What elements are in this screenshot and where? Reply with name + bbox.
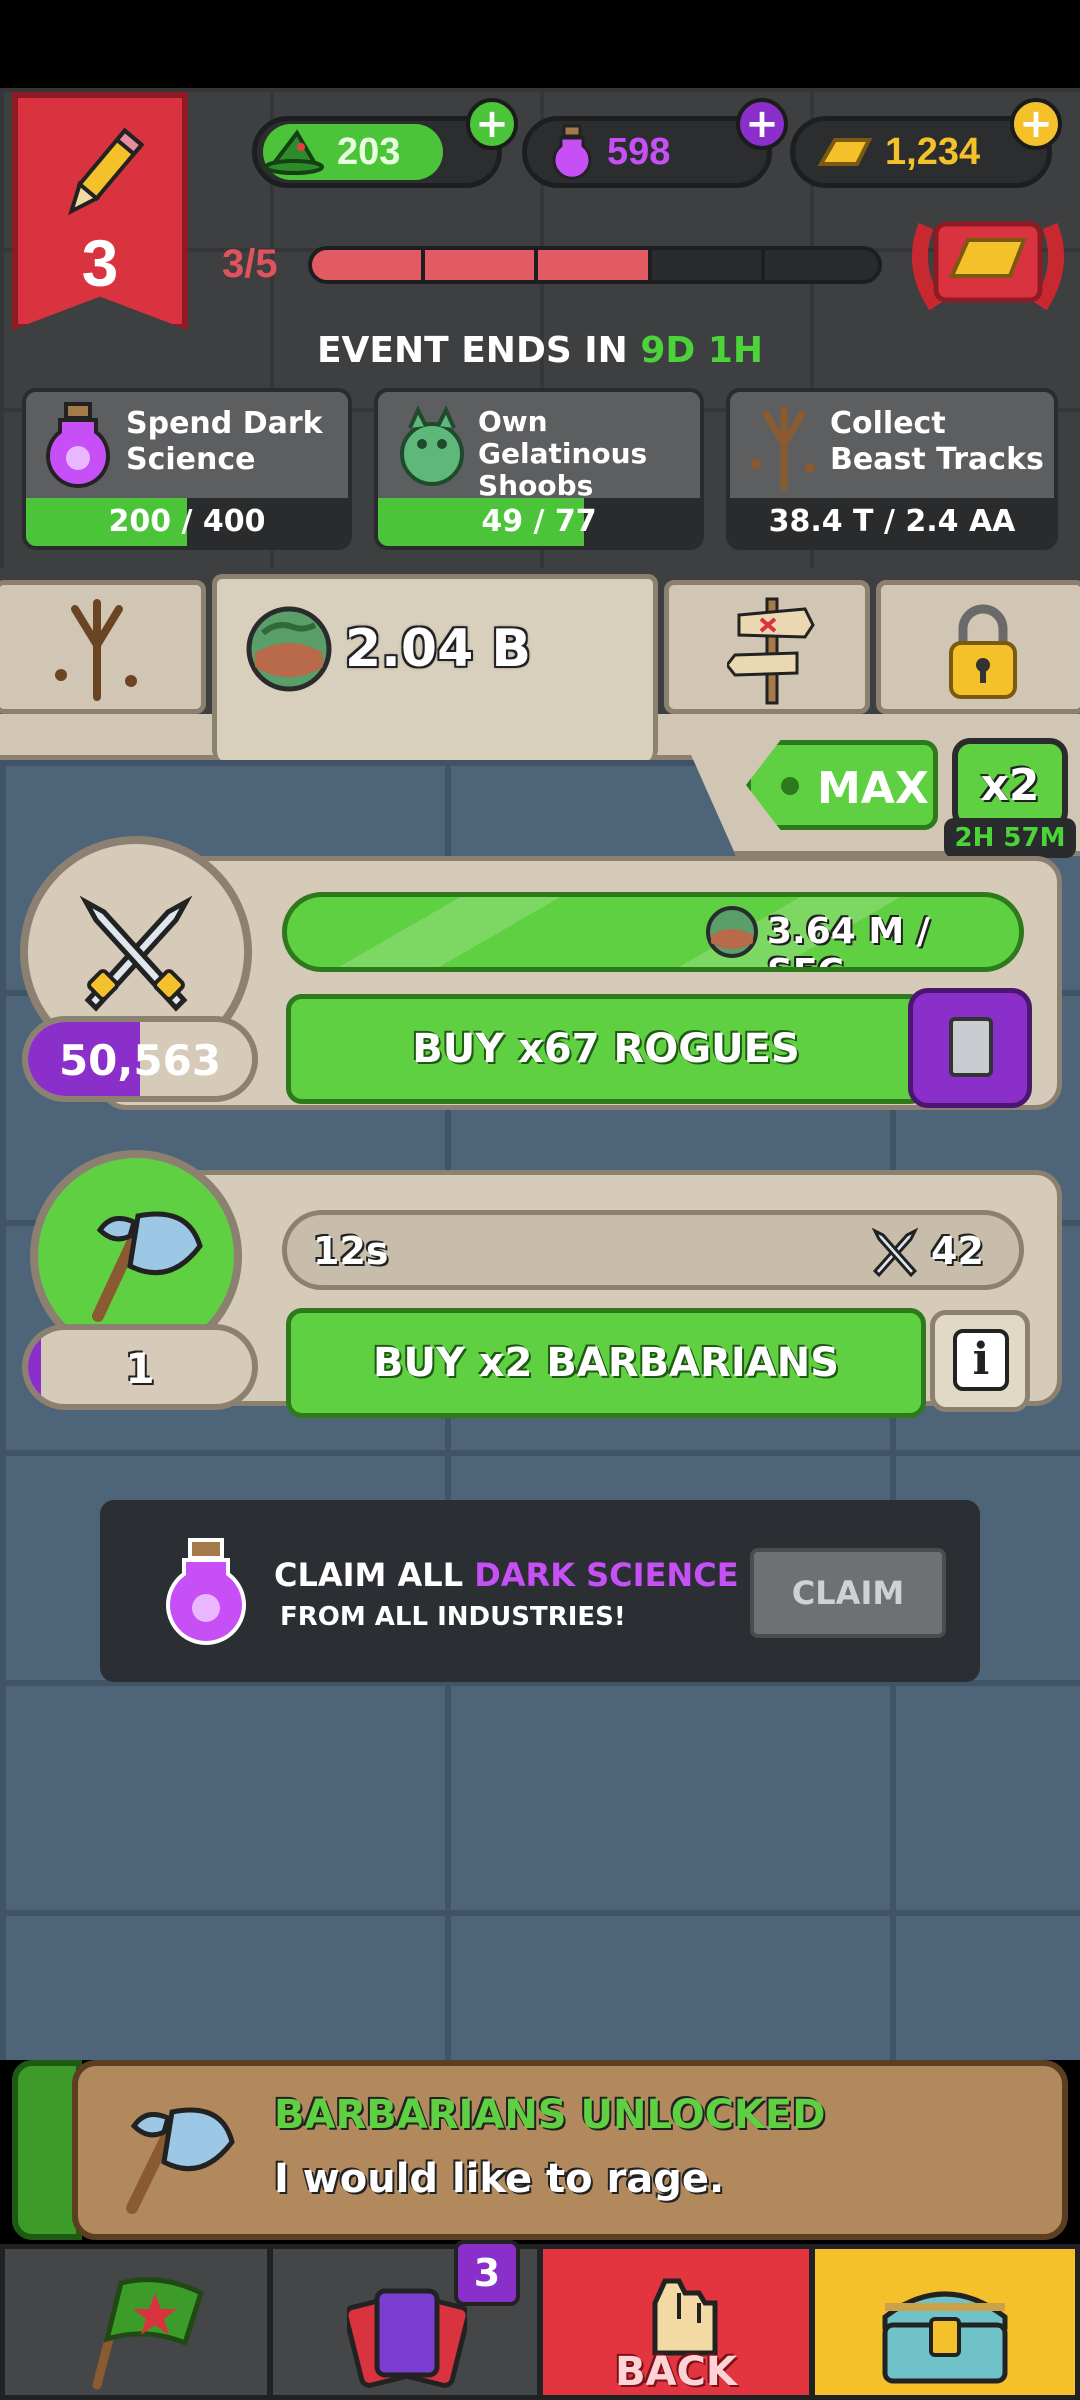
- buy-rogues-button[interactable]: BUY x67 ROGUES: [286, 994, 926, 1104]
- event-ends-label: EVENT ENDS IN: [316, 330, 628, 371]
- boost-timer: 2H 57M: [944, 818, 1076, 858]
- claim-highlight: DARK SCIENCE: [474, 1556, 739, 1594]
- card-icon: [949, 1017, 993, 1077]
- max-buy-button[interactable]: MAX: [746, 740, 938, 830]
- planet-coin-icon: [706, 906, 758, 958]
- dark-science-flask-icon: [46, 402, 110, 488]
- objective-label: Spend Dark Science: [126, 406, 323, 477]
- nav-map[interactable]: [0, 2244, 272, 2400]
- gelatinous-shoob-icon: [400, 405, 464, 486]
- objective-label: Collect Beast Tracks: [830, 406, 1044, 477]
- tab-beast-tracks[interactable]: [0, 580, 206, 714]
- status-bar: [0, 0, 1080, 88]
- padlock-icon: [949, 604, 1017, 699]
- hats-currency[interactable]: 203: [252, 116, 502, 188]
- level-progress-text: 3/5: [222, 242, 278, 286]
- notification-title: BARBARIANS UNLOCKED: [274, 2092, 826, 2138]
- claim-dark-science-panel: CLAIM ALL DARK SCIENCE FROM ALL INDUSTRI…: [100, 1500, 980, 1682]
- objective-progress-text: 38.4 T / 2.4 AA: [768, 504, 1016, 539]
- level-progress-bar: [308, 246, 882, 284]
- gold-bar-icon: [817, 138, 873, 166]
- back-label: BACK: [615, 2349, 737, 2395]
- barbarians-timer-bar: 12s 42: [282, 1210, 1024, 1290]
- wizard-hat-icon: [264, 129, 324, 175]
- objective-progress-text: 49 / 77: [481, 504, 597, 539]
- progress-segment-1: [312, 250, 426, 280]
- buy-barbarians-button[interactable]: BUY x2 BARBARIANS: [286, 1308, 926, 1418]
- claim-prefix: CLAIM ALL: [274, 1556, 464, 1594]
- unlock-notification[interactable]: BARBARIANS UNLOCKED I would like to rage…: [72, 2060, 1068, 2240]
- nav-treasure[interactable]: [810, 2244, 1080, 2400]
- pencil-icon: [68, 127, 145, 216]
- fist-icon: [652, 2278, 718, 2356]
- boost-label: x2: [980, 760, 1040, 811]
- event-timer: EVENT ENDS IN 9D 1H: [0, 330, 1080, 371]
- objective-card-spend-dark-science[interactable]: Spend Dark Science 200 / 400: [22, 388, 352, 550]
- dark-science-value: 598: [607, 130, 671, 173]
- treasure-chest-icon: [882, 2291, 1008, 2384]
- buy-rogues-label: BUY x67 ROGUES: [412, 1026, 800, 1072]
- hats-value: 203: [337, 130, 401, 173]
- tab-active-industry[interactable]: 2.04 B: [212, 574, 658, 760]
- rogues-card-button[interactable]: [908, 988, 1032, 1108]
- gold-bar-laurel-icon: [911, 221, 1065, 311]
- objective-progress-bar: 49 / 77: [378, 498, 700, 546]
- boost-x2-button[interactable]: x2: [952, 738, 1068, 830]
- level-number: 3: [81, 226, 119, 300]
- objective-label: Own Gelatinous Shoobs: [478, 405, 648, 502]
- tag-hole-icon: [781, 777, 799, 795]
- objective-progress-text: 200 / 400: [108, 504, 266, 539]
- add-dark-science-button[interactable]: +: [736, 98, 788, 150]
- battle-axe-icon: [126, 2107, 235, 2214]
- gold-value: 1,234: [885, 130, 981, 173]
- progress-segment-5: [765, 250, 878, 280]
- objective-progress-bar: 200 / 400: [26, 498, 348, 546]
- beast-tracks-icon: [55, 599, 137, 701]
- objective-progress-bar: 38.4 T / 2.4 AA: [730, 498, 1054, 546]
- cards-icon: [347, 2288, 467, 2388]
- planet-coin-icon: [246, 606, 332, 692]
- add-gold-button[interactable]: +: [1010, 98, 1062, 150]
- claim-line-1: CLAIM ALL DARK SCIENCE: [274, 1556, 739, 1594]
- rogues-production-bar: 3.64 M / SEC: [282, 892, 1024, 972]
- info-icon: i: [953, 1329, 1009, 1391]
- rogues-count-value: 50,563: [58, 1036, 222, 1085]
- event-hours: 1H: [707, 330, 764, 371]
- progress-segment-3: [538, 250, 652, 280]
- flag-icon: [92, 2277, 205, 2390]
- barbarians-timer: 12s: [313, 1229, 389, 1273]
- crossed-daggers-icon: [871, 1227, 919, 1278]
- barbarians-info-button[interactable]: i: [930, 1310, 1030, 1412]
- add-hats-button[interactable]: +: [466, 98, 518, 150]
- nav-back[interactable]: BACK: [538, 2244, 814, 2400]
- industry-balance: 2.04 B: [345, 619, 532, 679]
- crossed-daggers-icon: [79, 895, 193, 1012]
- barbarians-count-value: 1: [125, 1344, 155, 1393]
- dark-science-flask-icon: [166, 1538, 246, 1645]
- tab-locked[interactable]: [876, 580, 1080, 714]
- rogues-rate: 3.64 M / SEC: [767, 911, 930, 967]
- max-label: MAX: [817, 763, 929, 814]
- tab-signpost[interactable]: [664, 580, 870, 714]
- rogues-count: 50,563: [22, 1016, 258, 1102]
- signpost-icon: [727, 597, 815, 705]
- beast-tracks-icon: [751, 406, 815, 490]
- objective-card-collect-beast-tracks[interactable]: Collect Beast Tracks 38.4 T / 2.4 AA: [726, 388, 1058, 550]
- claim-line-2: FROM ALL INDUSTRIES!: [280, 1602, 626, 1632]
- buy-barbarians-label: BUY x2 BARBARIANS: [372, 1340, 840, 1386]
- barbarians-requirement: 42: [931, 1229, 984, 1273]
- notification-message: I would like to rage.: [274, 2156, 725, 2202]
- cards-badge: 3: [454, 2240, 520, 2306]
- progress-segment-2: [425, 250, 539, 280]
- battle-axe-icon: [92, 1211, 203, 1322]
- level-reward-button[interactable]: [906, 206, 1070, 318]
- dark-science-currency[interactable]: 598: [522, 116, 772, 188]
- dark-science-flask-icon: [552, 124, 592, 180]
- event-days: 9D: [640, 330, 696, 371]
- progress-segment-4: [652, 250, 765, 280]
- barbarians-count: 1: [22, 1324, 258, 1410]
- objective-card-own-shoobs[interactable]: Own Gelatinous Shoobs 49 / 77: [374, 388, 704, 550]
- claim-button[interactable]: CLAIM: [750, 1548, 946, 1638]
